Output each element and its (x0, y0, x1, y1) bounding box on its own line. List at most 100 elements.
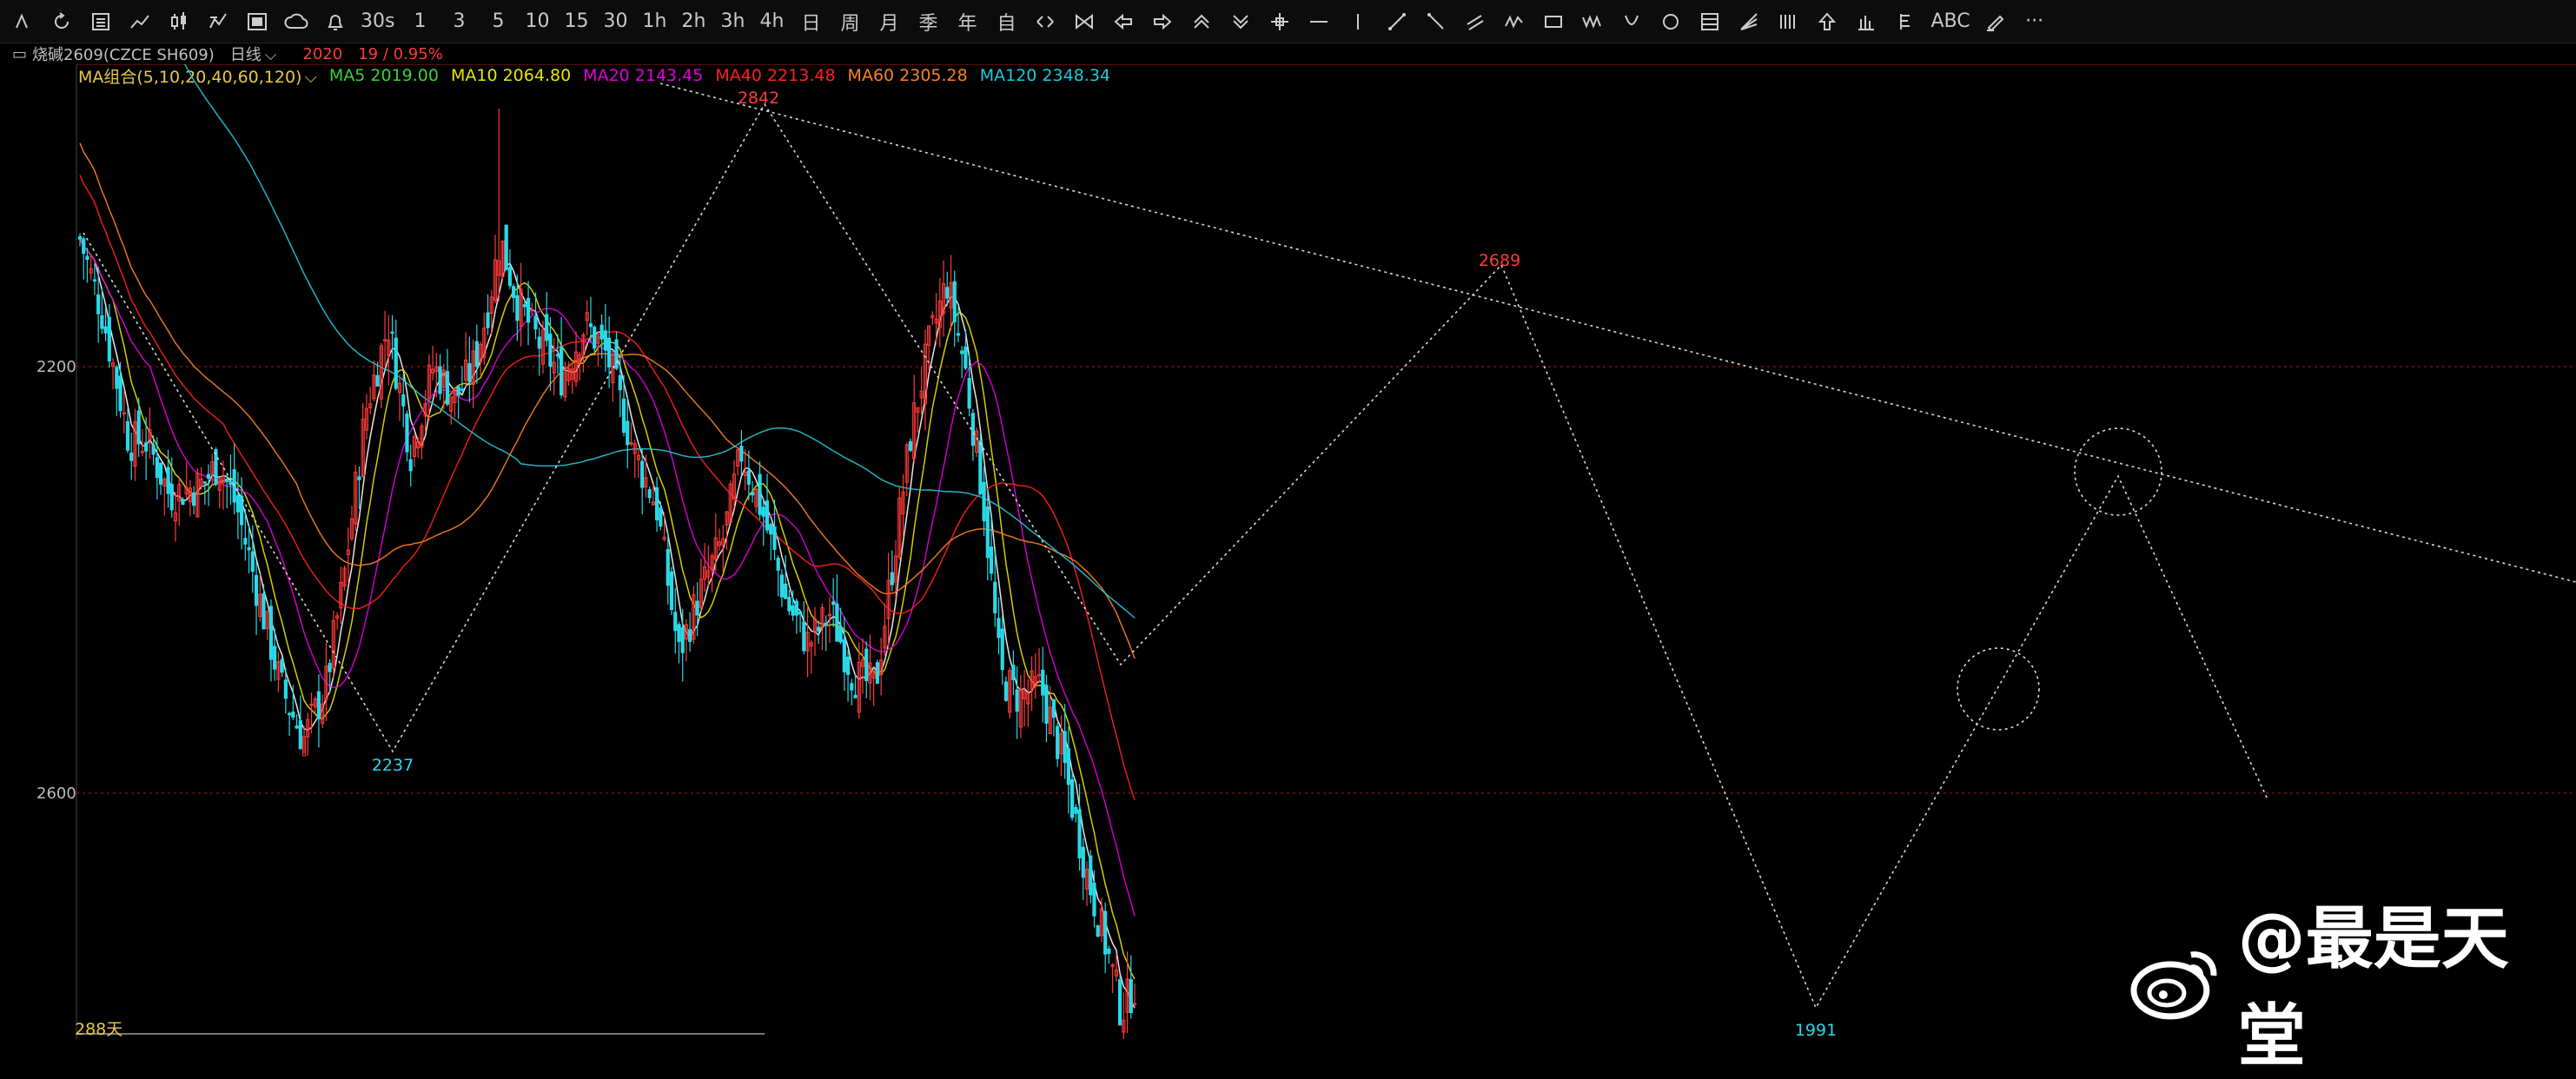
line-chart-icon[interactable] (123, 5, 157, 38)
ray-line-icon[interactable] (1419, 5, 1454, 38)
interval-5m-button[interactable]: 5 (480, 5, 515, 38)
interval-15m-button[interactable]: 15 (559, 5, 593, 38)
target-circle-small (1957, 647, 2040, 731)
interval-1m-button[interactable]: 1 (402, 5, 437, 38)
cloud-sync-icon[interactable] (279, 5, 314, 38)
interval-30s-button[interactable]: 30s (357, 5, 398, 38)
zoom-in-icon[interactable] (1067, 5, 1102, 38)
alarm-bell-icon[interactable] (318, 5, 353, 38)
candle-body (626, 420, 630, 446)
candle-body (647, 489, 652, 499)
interval-day-button[interactable]: 日 (793, 5, 828, 38)
wave-tool-icon[interactable] (1575, 5, 1610, 38)
volume-profile-icon[interactable] (1849, 5, 1884, 38)
period-selector[interactable]: 日线 ⌵ (230, 43, 277, 65)
segment-line-icon[interactable] (1380, 5, 1414, 38)
candle-body (1063, 731, 1067, 764)
trough-label-low2: 1991 (1795, 1021, 1837, 1039)
interval-2h-button[interactable]: 2h (676, 5, 711, 38)
candle-body (750, 492, 755, 496)
candle-body (151, 444, 156, 455)
rectangle-tool-icon[interactable] (1536, 5, 1571, 38)
candle-body (247, 546, 251, 551)
interval-custom-button[interactable]: 自 (989, 5, 1023, 38)
candle-body (243, 538, 248, 545)
candle-body (982, 481, 986, 522)
interval-month-button[interactable]: 月 (871, 5, 906, 38)
candle-body (680, 627, 685, 653)
interval-10m-button[interactable]: 10 (520, 5, 554, 38)
arc-tool-icon[interactable] (1614, 5, 1649, 38)
candle-body (125, 420, 130, 451)
interval-quarter-button[interactable]: 季 (911, 5, 945, 38)
template-icon[interactable] (240, 5, 275, 38)
chart-settings-icon[interactable]: ▭ (12, 45, 27, 63)
candle-body (1092, 883, 1096, 917)
cursor-tool-icon[interactable] (5, 5, 40, 38)
interval-1h-button[interactable]: 1h (637, 5, 672, 38)
more-tools-button[interactable]: ··· (2017, 5, 2052, 38)
text-tool-button[interactable]: ABC (1927, 5, 1973, 38)
instrument-name[interactable]: 烧碱2609(CZCE SH609) (32, 43, 215, 65)
interval-week-button[interactable]: 周 (832, 5, 867, 38)
scroll-left-icon[interactable] (1106, 5, 1141, 38)
zigzag-tool-icon[interactable] (1497, 5, 1532, 38)
period-label: 日线 (229, 46, 262, 64)
interval-3h-button[interactable]: 3h (715, 5, 750, 38)
candle-body (533, 315, 538, 330)
circle-tool-icon[interactable] (1653, 5, 1688, 38)
horizontal-line-icon[interactable] (1301, 5, 1336, 38)
parallel-channel-icon[interactable] (1458, 5, 1493, 38)
candle-body (945, 287, 950, 299)
candle-body (607, 337, 612, 367)
candle-body (1015, 689, 1019, 712)
candle-body (460, 388, 465, 391)
candle-body (115, 367, 119, 389)
candle-body (817, 626, 821, 632)
candle-body (515, 295, 520, 321)
candle-body (295, 725, 299, 729)
candle-body (166, 467, 170, 494)
candle-body (1077, 809, 1082, 858)
candle-body (835, 603, 839, 642)
candle-body (769, 524, 773, 535)
candle-body (250, 551, 255, 573)
interval-30m-button[interactable]: 30 (598, 5, 632, 38)
candle-body (507, 267, 513, 287)
candle-body (405, 414, 409, 453)
interval-3m-button[interactable]: 3 (441, 5, 476, 38)
scroll-right-icon[interactable] (1145, 5, 1180, 38)
crosshair-icon[interactable] (1262, 5, 1297, 38)
candle-body (845, 656, 851, 675)
scroll-down-icon[interactable] (1223, 5, 1258, 38)
indicator-icon[interactable] (201, 5, 235, 38)
candle-body (228, 480, 233, 486)
candlestick-chart[interactable]: 2600 2200 2842 2237 2689 1991 (0, 64, 2576, 1039)
candle-body (144, 442, 149, 452)
fibonacci-tool-icon[interactable] (1692, 5, 1727, 38)
candle-body (673, 612, 678, 632)
candle-body (474, 341, 479, 367)
list-view-icon[interactable] (83, 5, 118, 38)
candlestick-icon[interactable] (162, 5, 196, 38)
vertical-line-icon[interactable] (1341, 5, 1375, 38)
price-range-icon[interactable] (1888, 5, 1923, 38)
interval-4h-button[interactable]: 4h (754, 5, 789, 38)
candle-body (456, 386, 460, 396)
candle-body (603, 330, 607, 351)
candle-body (235, 494, 240, 513)
brush-tool-icon[interactable] (1978, 5, 2013, 38)
scroll-up-icon[interactable] (1184, 5, 1219, 38)
arrow-up-tool-icon[interactable] (1810, 5, 1844, 38)
cycle-lines-icon[interactable] (1771, 5, 1805, 38)
refresh-icon[interactable] (44, 5, 79, 38)
zoom-fit-icon[interactable] (1028, 5, 1063, 38)
interval-year-button[interactable]: 年 (950, 5, 984, 38)
candle-body (1070, 778, 1075, 818)
candle-body (504, 224, 508, 270)
zigzag-line (83, 103, 2268, 1009)
peak-label-high: 2842 (738, 89, 779, 108)
candle-body (677, 624, 681, 642)
candle-body (956, 333, 961, 336)
gann-fan-icon[interactable] (1732, 5, 1766, 38)
